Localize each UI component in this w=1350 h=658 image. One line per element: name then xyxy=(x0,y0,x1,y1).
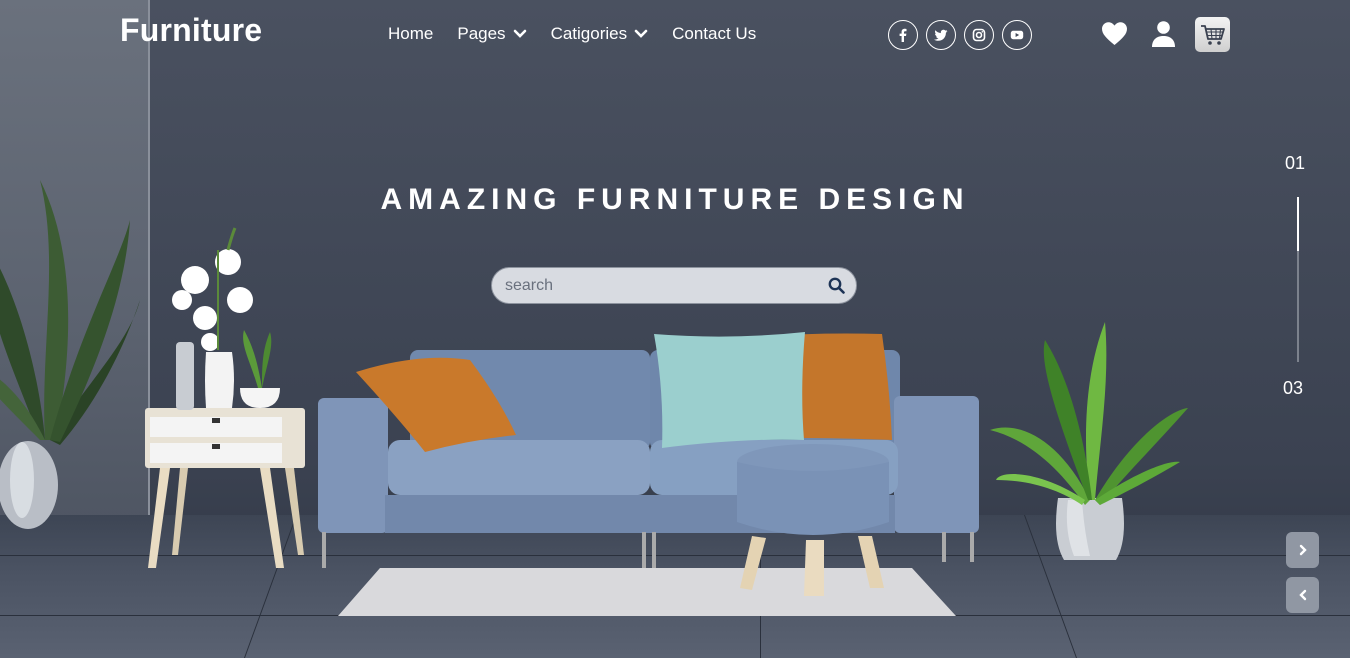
main-nav: Home Pages Catigories Contact Us xyxy=(388,24,780,44)
slide-total-number: 03 xyxy=(1283,378,1304,398)
right-potted-plant xyxy=(990,322,1188,560)
nav-contact-label: Contact Us xyxy=(672,24,757,43)
instagram-icon xyxy=(972,28,986,42)
room-scene-illustration xyxy=(0,180,1188,616)
heart-icon[interactable] xyxy=(1101,21,1128,47)
facebook-icon xyxy=(899,28,907,42)
left-palm-plant xyxy=(0,180,140,529)
search-button[interactable] xyxy=(816,268,856,303)
nav-pages-label: Pages xyxy=(457,24,506,43)
nav-catigories[interactable]: Catigories xyxy=(551,24,649,44)
site-logo[interactable]: Furniture xyxy=(120,12,262,49)
twitter-icon xyxy=(934,29,948,41)
social-links xyxy=(888,20,1032,50)
rug xyxy=(338,568,956,616)
chevron-right-icon xyxy=(1299,544,1307,556)
instagram-link[interactable] xyxy=(964,20,994,50)
nav-home[interactable]: Home xyxy=(388,24,433,44)
user-icon[interactable] xyxy=(1151,20,1176,48)
side-table xyxy=(145,408,305,568)
flower-vase xyxy=(172,227,280,410)
hero-headline: AMAZING FURNITURE DESIGN xyxy=(380,183,970,216)
nav-pages[interactable]: Pages xyxy=(457,24,526,44)
facebook-link[interactable] xyxy=(888,20,918,50)
youtube-link[interactable] xyxy=(1002,20,1032,50)
prev-slide-button[interactable] xyxy=(1286,577,1319,613)
cart-icon xyxy=(1200,24,1225,45)
search-input[interactable] xyxy=(492,268,816,303)
twitter-link[interactable] xyxy=(926,20,956,50)
next-slide-button[interactable] xyxy=(1286,532,1319,568)
slide-progress-fill xyxy=(1297,197,1299,252)
nav-catigories-label: Catigories xyxy=(550,24,628,43)
slide-progress-track xyxy=(1297,197,1299,362)
slide-current-number: 01 xyxy=(1285,153,1306,173)
chevron-left-icon xyxy=(1298,589,1306,601)
youtube-icon xyxy=(1010,30,1024,40)
chevron-down-icon xyxy=(634,29,648,38)
search-icon xyxy=(828,277,845,294)
mint-pillow xyxy=(654,332,805,448)
chevron-down-icon xyxy=(513,29,526,38)
nav-contact-us[interactable]: Contact Us xyxy=(672,24,756,44)
cart-button[interactable] xyxy=(1195,17,1230,52)
hero-section: Furniture Home Pages Catigories Contact … xyxy=(0,0,1350,658)
nav-home-label: Home xyxy=(388,24,434,43)
search-bar xyxy=(491,267,857,304)
